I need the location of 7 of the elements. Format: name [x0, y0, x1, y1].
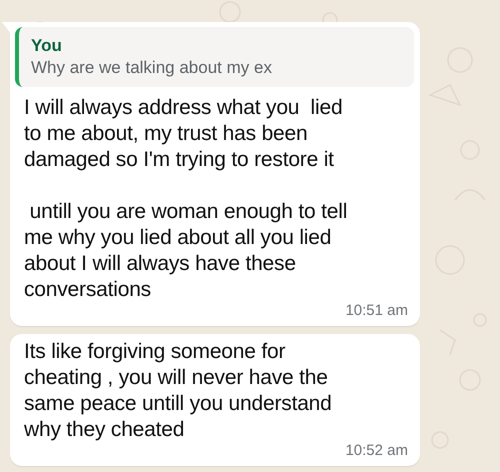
message-time: 10:51 am [344, 303, 409, 320]
quoted-message[interactable]: You Why are we talking about my ex [15, 27, 414, 87]
quote-text: Why are we talking about my ex [31, 57, 273, 79]
message-text: I will always address what you lied to me about, my trust has been damaged so I'm trying to restore it untill you are woman enough to tell me why you lied about all you lied about I will always have these conversations [24, 95, 348, 303]
message-time: 10:52 am [344, 443, 409, 460]
message-text: Its like forgiving someone for cheating , you will never have the same peace untill you understand why they cheated [24, 339, 333, 443]
quote-author: You [31, 35, 63, 57]
